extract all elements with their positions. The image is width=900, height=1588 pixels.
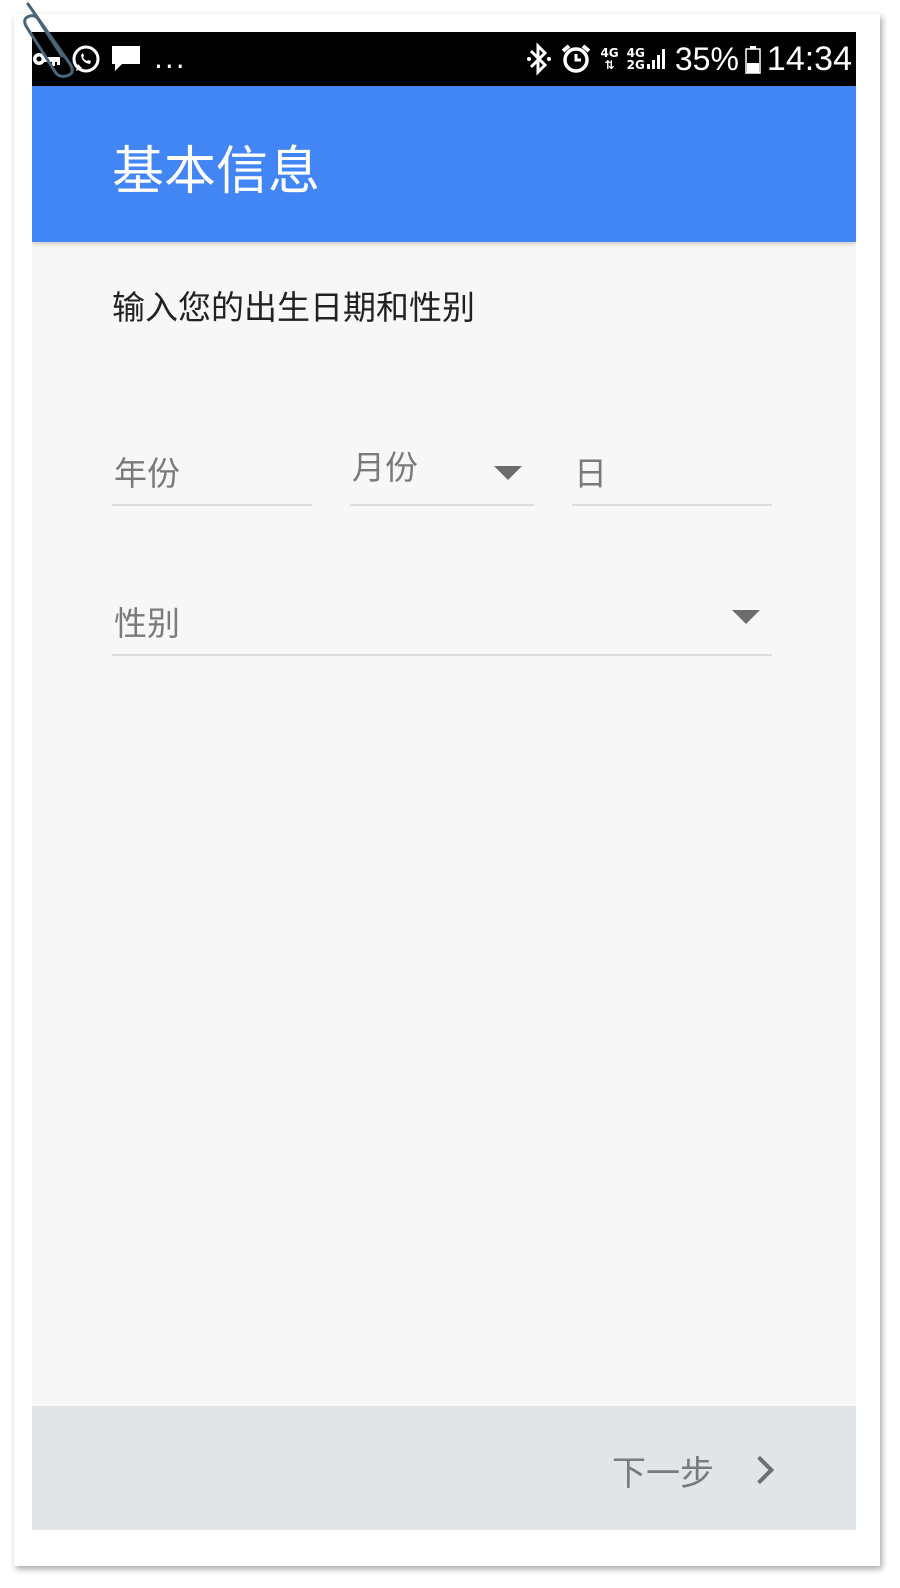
year-placeholder: 年份 (114, 454, 180, 493)
app-bar: 基本信息 (32, 86, 856, 242)
next-button[interactable]: 下一步 (612, 1442, 776, 1498)
instruction-text: 输入您的出生日期和性别 (112, 288, 475, 327)
chevron-down-icon (494, 466, 522, 480)
chevron-down-icon (732, 610, 760, 624)
day-placeholder: 日 (574, 454, 607, 493)
clock: 14:34 (766, 39, 852, 78)
more-notifications-indicator: ... (154, 42, 187, 75)
year-input[interactable]: 年份 (112, 442, 312, 506)
next-button-label: 下一步 (612, 1453, 714, 1494)
paperclip-icon (23, 2, 74, 78)
status-bar: ... 4G ⇅ 4G 2G 35% 14:34 (32, 32, 856, 86)
network-type-bottom: 2G (626, 58, 645, 72)
signal-4g-icon: 4G ⇅ (600, 46, 619, 72)
phone-screen: ... 4G ⇅ 4G 2G 35% 14:34 基本信息 输入您的出生日期和性… (32, 32, 856, 1530)
month-dropdown[interactable]: 月份 (350, 442, 534, 506)
bottom-navigation-bar: 下一步 (32, 1406, 856, 1530)
gender-placeholder: 性别 (114, 604, 180, 643)
gender-dropdown[interactable]: 性别 (112, 592, 772, 656)
day-input[interactable]: 日 (572, 442, 772, 506)
page-title: 基本信息 (112, 142, 321, 202)
bluetooth-icon (526, 42, 552, 76)
month-placeholder: 月份 (352, 448, 418, 487)
battery-percentage: 35% (674, 40, 739, 77)
message-icon (110, 44, 142, 74)
chevron-right-icon (745, 1455, 775, 1485)
status-bar-right: 4G ⇅ 4G 2G 35% 14:34 (526, 32, 852, 86)
alarm-icon (560, 43, 592, 75)
battery-icon (745, 46, 761, 74)
signal-4g-2g-icon: 4G 2G (627, 47, 667, 71)
